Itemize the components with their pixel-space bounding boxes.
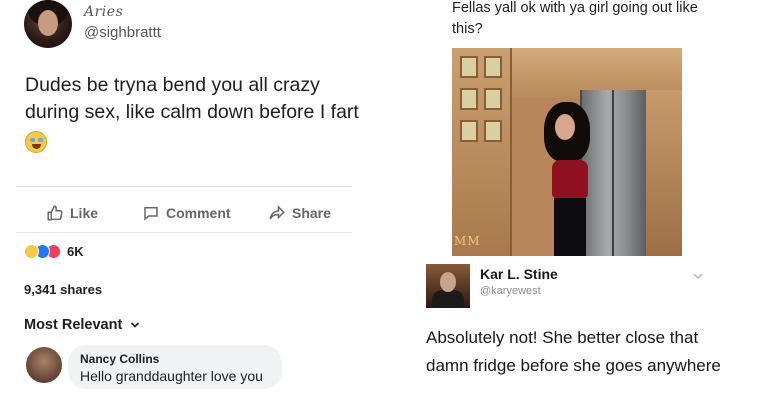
author-display-name[interactable]: Aries xyxy=(84,4,123,20)
open-fridge xyxy=(580,90,646,256)
reply-author-name[interactable]: Kar L. Stine xyxy=(480,266,558,282)
chevron-down-icon xyxy=(131,322,140,328)
comment-sort-dropdown[interactable]: Most Relevant xyxy=(24,317,140,333)
reply-text: Absolutely not! She better close that da… xyxy=(426,328,721,375)
rofl-emoji-icon xyxy=(25,131,47,153)
author-avatar[interactable] xyxy=(24,0,72,48)
comment-button[interactable]: Comment xyxy=(142,204,231,222)
divider xyxy=(16,186,352,187)
reply-author-avatar[interactable] xyxy=(426,264,470,308)
reply-author-handle[interactable]: @karyewest xyxy=(480,285,541,297)
kitchen-photo[interactable]: MM xyxy=(452,48,682,256)
share-button[interactable]: Share xyxy=(268,204,331,222)
reaction-count: 6K xyxy=(67,244,84,259)
share-icon xyxy=(269,205,285,220)
tweet-panel: Fellas yall ok with ya girl going out li… xyxy=(390,0,768,402)
sort-label: Most Relevant xyxy=(24,317,123,333)
like-button[interactable]: Like xyxy=(46,204,98,222)
photo-caption: Fellas yall ok with ya girl going out li… xyxy=(452,0,698,37)
share-count[interactable]: 9,341 shares xyxy=(24,282,102,297)
author-handle[interactable]: @sighbrattt xyxy=(84,24,161,41)
facebook-post-panel: Aries @sighbrattt Dudes be tryna bend yo… xyxy=(0,0,390,402)
chevron-down-icon[interactable] xyxy=(692,270,704,282)
comment-text: Hello granddaughter love you xyxy=(80,368,263,384)
post-text: Dudes be tryna bend you all crazy during… xyxy=(25,74,359,123)
post-actions-bar: Like Comment Share xyxy=(16,196,352,232)
share-label: Share xyxy=(292,205,331,221)
photo-watermark: MM xyxy=(454,234,481,248)
comment-bubble: Nancy Collins Hello granddaughter love y… xyxy=(68,345,282,389)
reactions-summary[interactable]: 6K xyxy=(24,244,84,259)
commenter-avatar[interactable] xyxy=(26,347,62,383)
comment-icon xyxy=(144,207,158,221)
thumbs-up-icon xyxy=(47,205,63,221)
haha-reaction-icon xyxy=(24,244,39,259)
comment-label: Comment xyxy=(166,205,231,221)
like-label: Like xyxy=(70,205,99,221)
divider xyxy=(16,232,352,233)
commenter-name[interactable]: Nancy Collins xyxy=(80,352,270,366)
